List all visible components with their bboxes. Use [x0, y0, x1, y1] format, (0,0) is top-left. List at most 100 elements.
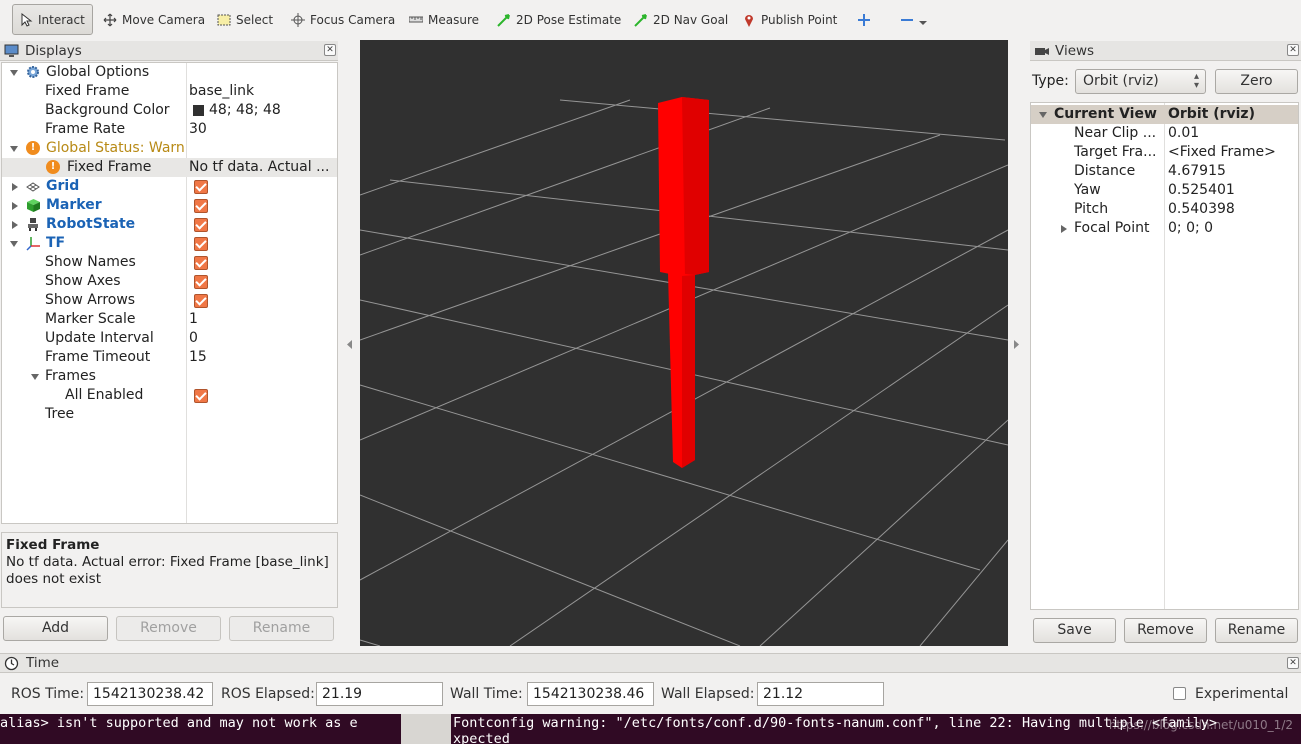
- views-tree[interactable]: Current View Orbit (rviz) Near Clip ... …: [1030, 102, 1299, 610]
- tree-row-marker[interactable]: Marker: [2, 196, 337, 215]
- tree-row-all-enabled[interactable]: All Enabled: [2, 386, 337, 405]
- tree-row-global-status[interactable]: ! Global Status: Warn: [2, 139, 337, 158]
- wall-elapsed-label: Wall Elapsed:: [661, 686, 755, 702]
- experimental-checkbox[interactable]: [1173, 687, 1186, 700]
- tree-row-pitch[interactable]: Pitch 0.540398: [1031, 200, 1298, 219]
- measure-label: Measure: [428, 12, 479, 27]
- tree-row-show-names[interactable]: Show Names: [2, 253, 337, 272]
- tree-row-tree[interactable]: Tree: [2, 405, 337, 424]
- displays-close-icon[interactable]: ✕: [324, 44, 336, 56]
- tree-row-frame-timeout[interactable]: Frame Timeout 15: [2, 348, 337, 367]
- add-tool-button[interactable]: [850, 4, 878, 35]
- tree-row-target-frame[interactable]: Target Fra... <Fixed Frame>: [1031, 143, 1298, 162]
- remove-display-button[interactable]: Remove: [116, 616, 221, 641]
- frame-rate-value[interactable]: 30: [189, 120, 334, 139]
- show-arrows-checkbox[interactable]: [194, 294, 208, 308]
- tree-row-current-view[interactable]: Current View Orbit (rviz): [1031, 105, 1298, 124]
- watermark-text: https://blog.csdn.net/u010_1/2: [1108, 718, 1293, 732]
- tree-row-show-axes[interactable]: Show Axes: [2, 272, 337, 291]
- robotstate-checkbox[interactable]: [194, 218, 208, 232]
- fixed-frame-value[interactable]: base_link: [189, 82, 334, 101]
- expand-arrow-icon[interactable]: [1039, 112, 1047, 118]
- tree-row-frame-rate[interactable]: Frame Rate 30: [2, 120, 337, 139]
- tree-row-update-interval[interactable]: Update Interval 0: [2, 329, 337, 348]
- focus-camera-tool-button[interactable]: Focus Camera: [284, 4, 402, 35]
- collapse-arrow-icon[interactable]: [12, 221, 18, 229]
- expand-arrow-icon[interactable]: [10, 241, 18, 247]
- terminal-left-line: alias> isn't supported and may not work …: [0, 715, 358, 731]
- select-label: Select: [236, 12, 274, 27]
- yaw-value[interactable]: 0.525401: [1168, 181, 1235, 200]
- wall-elapsed-field[interactable]: 21.12: [757, 682, 884, 706]
- pitch-value[interactable]: 0.540398: [1168, 200, 1235, 219]
- tree-row-global-options[interactable]: Global Options: [2, 63, 337, 82]
- show-names-checkbox[interactable]: [194, 256, 208, 270]
- nav-goal-tool-button[interactable]: 2D Nav Goal: [627, 4, 735, 35]
- pose-estimate-tool-button[interactable]: 2D Pose Estimate: [490, 4, 628, 35]
- target-frame-value[interactable]: <Fixed Frame>: [1168, 143, 1276, 162]
- collapse-arrow-icon[interactable]: [12, 202, 18, 210]
- collapse-arrow-icon[interactable]: [12, 183, 18, 191]
- expand-arrow-icon[interactable]: [10, 70, 18, 76]
- move-camera-tool-button[interactable]: Move Camera: [96, 4, 212, 35]
- publish-point-tool-button[interactable]: Publish Point: [735, 4, 844, 35]
- add-display-button[interactable]: Add: [3, 616, 108, 641]
- marker-checkbox[interactable]: [194, 199, 208, 213]
- frame-timeout-value[interactable]: 15: [189, 348, 334, 367]
- tree-row-near-clip[interactable]: Near Clip ... 0.01: [1031, 124, 1298, 143]
- pitch-label: Pitch: [1074, 201, 1109, 217]
- warning-icon: !: [26, 141, 40, 155]
- tree-row-robotstate[interactable]: RobotState: [2, 215, 337, 234]
- tree-row-status-fixed-frame[interactable]: ! Fixed Frame No tf data. Actual ...: [2, 158, 337, 177]
- collapse-arrow-icon[interactable]: [1061, 225, 1067, 233]
- background-color-value[interactable]: 48; 48; 48: [209, 101, 354, 120]
- terminal-divider: [401, 714, 451, 744]
- current-view-label: Current View: [1054, 106, 1157, 122]
- tree-row-tf[interactable]: TF: [2, 234, 337, 253]
- grid-checkbox[interactable]: [194, 180, 208, 194]
- tree-row-grid[interactable]: Grid: [2, 177, 337, 196]
- views-close-icon[interactable]: ✕: [1287, 44, 1299, 56]
- distance-value[interactable]: 4.67915: [1168, 162, 1226, 181]
- all-enabled-checkbox[interactable]: [194, 389, 208, 403]
- tf-checkbox[interactable]: [194, 237, 208, 251]
- interact-tool-button[interactable]: Interact: [12, 4, 93, 35]
- select-tool-button[interactable]: Select: [210, 4, 280, 35]
- ros-time-field[interactable]: 1542130238.42: [87, 682, 213, 706]
- rename-display-button[interactable]: Rename: [229, 616, 334, 641]
- color-swatch[interactable]: [193, 105, 204, 116]
- view-type-select[interactable]: Orbit (rviz) ▴ ▾: [1075, 69, 1206, 94]
- tree-row-marker-scale[interactable]: Marker Scale 1: [2, 310, 337, 329]
- expand-arrow-icon[interactable]: [10, 146, 18, 152]
- update-interval-value[interactable]: 0: [189, 329, 334, 348]
- tree-row-fixed-frame[interactable]: Fixed Frame base_link: [2, 82, 337, 101]
- show-axes-checkbox[interactable]: [194, 275, 208, 289]
- near-clip-value[interactable]: 0.01: [1168, 124, 1199, 143]
- focal-point-value[interactable]: 0; 0; 0: [1168, 219, 1213, 238]
- views-title: Views: [1055, 42, 1095, 59]
- time-close-icon[interactable]: ✕: [1287, 657, 1299, 669]
- remove-tool-menu-button[interactable]: [893, 4, 934, 35]
- map-pin-icon: [742, 13, 756, 27]
- zero-button[interactable]: Zero: [1215, 69, 1298, 94]
- tree-row-yaw[interactable]: Yaw 0.525401: [1031, 181, 1298, 200]
- displays-tree[interactable]: Global Options Fixed Frame base_link Bac…: [1, 62, 338, 524]
- render-viewport[interactable]: [360, 40, 1008, 646]
- ros-elapsed-field[interactable]: 21.19: [316, 682, 443, 706]
- rename-view-button[interactable]: Rename: [1215, 618, 1298, 643]
- status-fixed-frame-value: No tf data. Actual ...: [189, 159, 330, 175]
- collapse-left-arrow-icon[interactable]: [347, 338, 353, 353]
- save-view-button[interactable]: Save: [1033, 618, 1116, 643]
- tree-row-show-arrows[interactable]: Show Arrows: [2, 291, 337, 310]
- tree-row-background-color[interactable]: Background Color 48; 48; 48: [2, 101, 337, 120]
- collapse-right-arrow-icon[interactable]: [1014, 338, 1020, 353]
- frame-rate-label: Frame Rate: [45, 121, 126, 137]
- remove-view-button[interactable]: Remove: [1124, 618, 1207, 643]
- wall-time-field[interactable]: 1542130238.46: [527, 682, 654, 706]
- marker-scale-value[interactable]: 1: [189, 310, 334, 329]
- tree-row-focal-point[interactable]: Focal Point 0; 0; 0: [1031, 219, 1298, 238]
- expand-arrow-icon[interactable]: [31, 374, 39, 380]
- tree-row-frames[interactable]: Frames: [2, 367, 337, 386]
- measure-tool-button[interactable]: Measure: [402, 4, 486, 35]
- tree-row-distance[interactable]: Distance 4.67915: [1031, 162, 1298, 181]
